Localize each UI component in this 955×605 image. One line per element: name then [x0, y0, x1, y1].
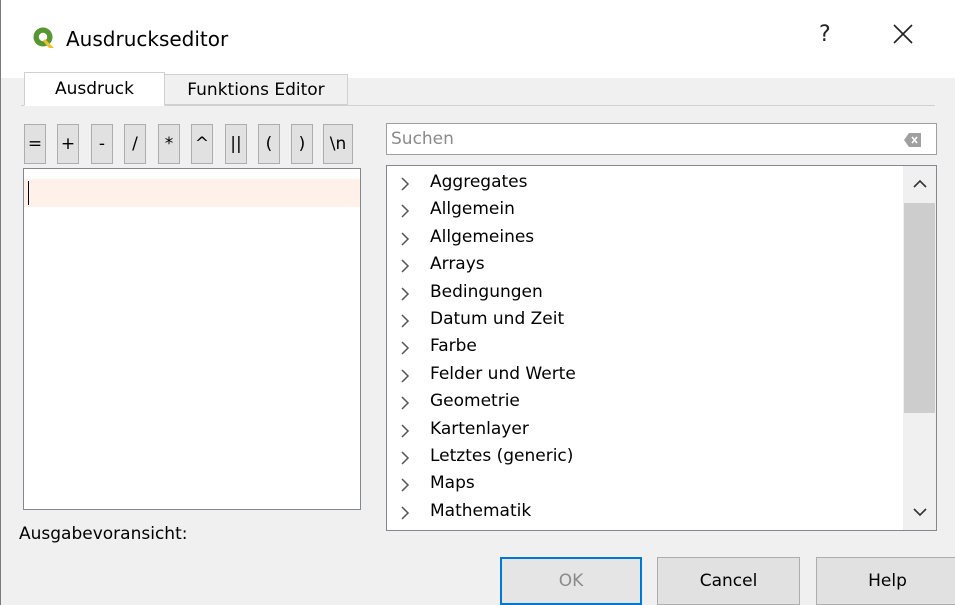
text-caret — [28, 181, 29, 205]
qgis-logo-icon — [32, 26, 56, 50]
tree-item[interactable]: Bedingungen — [387, 280, 897, 307]
operator-close-paren-button[interactable]: ) — [291, 124, 313, 164]
chevron-right-icon[interactable] — [399, 340, 411, 355]
operator-plus-button[interactable]: + — [57, 124, 79, 164]
chevron-right-icon[interactable] — [399, 368, 411, 383]
close-icon[interactable] — [891, 22, 915, 46]
chevron-right-icon[interactable] — [399, 203, 411, 218]
tree-item[interactable]: Maps — [387, 471, 897, 498]
operator-power-button[interactable]: ^ — [191, 124, 213, 164]
expression-editor-dialog: Ausdruckseditor ? Ausdruck Funktions Edi… — [0, 0, 955, 605]
context-help-button[interactable]: ? — [819, 22, 831, 47]
tree-scrollbar[interactable] — [903, 166, 936, 530]
tree-item[interactable]: Arrays — [387, 252, 897, 279]
tree-item-label: Letztes (generic) — [430, 446, 574, 466]
tree-item-label: Mathematik — [430, 500, 532, 521]
tree-item[interactable]: Datum und Zeit — [387, 307, 897, 334]
tree-item[interactable]: Geometrie — [387, 389, 897, 416]
chevron-right-icon[interactable] — [399, 395, 411, 410]
scroll-up-arrow-icon[interactable] — [903, 166, 936, 202]
search-input[interactable] — [391, 126, 891, 152]
tree-item-label: Aggregates — [430, 172, 528, 192]
chevron-right-icon[interactable] — [399, 477, 411, 492]
chevron-right-icon[interactable] — [399, 313, 411, 328]
cancel-button[interactable]: Cancel — [657, 557, 800, 605]
tree-item[interactable]: Felder und Werte — [387, 362, 897, 389]
operator-concat-button[interactable]: || — [225, 124, 247, 164]
tree-item-label: Datum und Zeit — [430, 309, 565, 329]
function-search — [386, 123, 937, 155]
scrollbar-thumb[interactable] — [904, 203, 935, 413]
tree-item-label: Bedingungen — [430, 281, 543, 302]
operator-open-paren-button[interactable]: ( — [258, 124, 280, 164]
chevron-right-icon[interactable] — [399, 176, 411, 191]
operator-divide-button[interactable]: / — [124, 124, 146, 164]
tree-item[interactable]: Kartenlayer — [387, 417, 897, 444]
chevron-right-icon[interactable] — [399, 231, 411, 246]
chevron-right-icon[interactable] — [399, 505, 411, 520]
current-line-highlight — [24, 179, 360, 207]
chevron-right-icon[interactable] — [399, 258, 411, 273]
output-preview-label: Ausgabevoransicht: — [19, 524, 188, 544]
title-bar: Ausdruckseditor ? — [1, 0, 955, 78]
expression-editor[interactable] — [23, 168, 361, 510]
window-title: Ausdruckseditor — [66, 27, 229, 51]
tree-item-label: Arrays — [430, 254, 485, 275]
ok-button[interactable]: OK — [500, 557, 642, 605]
tree-item-label: Felder und Werte — [430, 363, 576, 384]
operator-newline-button[interactable]: \n — [323, 124, 353, 164]
tree-item-label: Geometrie — [430, 391, 520, 412]
help-button[interactable]: Help — [816, 557, 955, 605]
chevron-right-icon[interactable] — [399, 286, 411, 301]
tab-funktions-editor[interactable]: Funktions Editor — [164, 74, 348, 105]
scroll-down-arrow-icon[interactable] — [903, 494, 936, 530]
clear-search-icon[interactable] — [904, 132, 922, 147]
tree-item[interactable]: Aggregates — [387, 170, 897, 197]
function-tree: Aggregates Allgemein Allgemeines Arrays Bedi… — [386, 165, 937, 531]
chevron-right-icon[interactable] — [399, 450, 411, 465]
tree-item[interactable]: Allgemeines — [387, 225, 897, 252]
tree-item[interactable]: Farbe — [387, 334, 897, 361]
tree-item-label: Allgemeines — [430, 226, 535, 247]
tree-item[interactable]: Letztes (generic) — [387, 444, 897, 471]
operator-equals-button[interactable]: = — [24, 124, 46, 164]
tree-item-label: Maps — [430, 473, 475, 494]
tab-ausdruck[interactable]: Ausdruck — [24, 72, 165, 106]
tree-item-label: Kartenlayer — [430, 418, 529, 439]
operator-multiply-button[interactable]: * — [158, 124, 180, 164]
tree-item[interactable]: Mathematik — [387, 499, 897, 526]
tree-item-label: Allgemein — [430, 199, 515, 220]
tree-item-label: Farbe — [430, 336, 477, 357]
tree-item[interactable]: Allgemein — [387, 197, 897, 224]
chevron-right-icon[interactable] — [399, 423, 411, 438]
operator-minus-button[interactable]: - — [91, 124, 113, 164]
